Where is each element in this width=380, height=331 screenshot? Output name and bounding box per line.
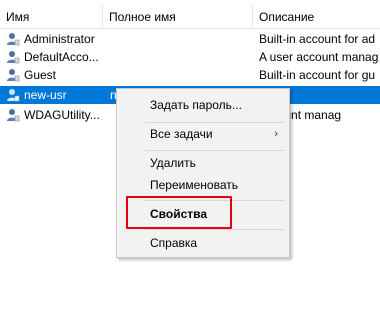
context-menu: Задать пароль... Все задачи › Удалить Пе… [116, 88, 290, 258]
menu-item-help[interactable]: Справка [118, 232, 288, 254]
menu-item-all-tasks[interactable]: Все задачи › [118, 123, 288, 145]
user-full-name [110, 66, 250, 84]
column-header-full-name[interactable]: Полное имя [103, 4, 253, 28]
user-row[interactable]: DefaultAcco... A user account manag [0, 48, 380, 66]
user-row[interactable]: Guest Built-in account for gu [0, 66, 380, 84]
menu-separator [145, 229, 285, 230]
menu-separator [145, 150, 285, 151]
user-name: Guest [24, 68, 57, 82]
user-full-name [110, 30, 250, 48]
user-name: new-usr [24, 88, 67, 102]
menu-item-set-password[interactable]: Задать пароль... [118, 94, 288, 116]
chevron-right-icon: › [274, 128, 278, 140]
user-description: A user account manag [259, 50, 379, 64]
column-header-description[interactable]: Описание [253, 4, 380, 28]
user-row[interactable]: Administrator Built-in account for ad [0, 30, 380, 48]
user-icon [7, 51, 20, 64]
user-description: Built-in account for ad [259, 32, 376, 46]
user-icon [7, 69, 20, 82]
user-description: Built-in account for gu [259, 68, 376, 82]
user-icon [7, 109, 20, 122]
user-name: WDAGUtility... [24, 108, 100, 122]
menu-item-rename[interactable]: Переименовать [118, 174, 288, 196]
user-name: Administrator [24, 32, 95, 46]
menu-item-label: Все задачи [150, 127, 213, 141]
list-header: Имя Полное имя Описание [0, 4, 380, 29]
user-icon [7, 89, 20, 102]
user-name: DefaultAcco... [24, 50, 99, 64]
users-list-pane: Имя Полное имя Описание Administrator Bu… [0, 0, 380, 331]
properties-highlight-box [126, 196, 232, 229]
user-full-name [110, 48, 250, 66]
menu-item-delete[interactable]: Удалить [118, 152, 288, 174]
column-header-name[interactable]: Имя [0, 4, 103, 28]
user-icon [7, 33, 20, 46]
